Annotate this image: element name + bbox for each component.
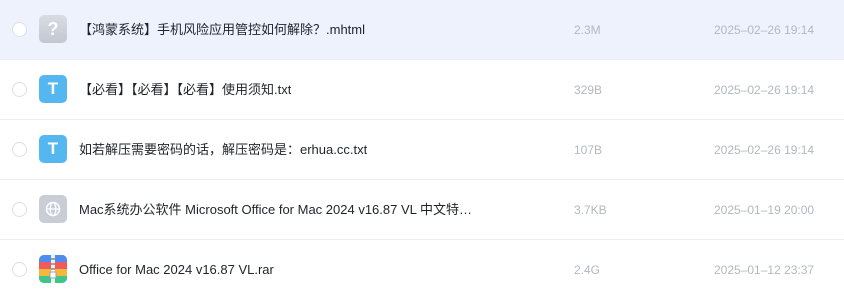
text-file-icon: T [39, 75, 67, 103]
row-checkbox[interactable] [12, 142, 27, 157]
file-name[interactable]: 【鸿蒙系统】手机风险应用管控如何解除？.mhtml [79, 0, 365, 60]
file-date: 2025–01–19 20:00 [714, 203, 815, 217]
file-size: 2.3M [574, 23, 601, 37]
file-date: 2025–02–26 19:14 [714, 83, 815, 97]
file-size: 329B [574, 83, 603, 97]
row-checkbox[interactable] [12, 22, 27, 37]
file-date: 2025–02–26 19:14 [714, 23, 815, 37]
file-row[interactable]: T 如若解压需要密码的话，解压密码是：erhua.cc.txt 107B 202… [0, 120, 844, 180]
file-name[interactable]: Mac系统办公软件 Microsoft Office for Mac 2024 … [79, 180, 472, 240]
file-row[interactable]: ? 【鸿蒙系统】手机风险应用管控如何解除？.mhtml 2.3M 2025–02… [0, 0, 844, 60]
row-checkbox[interactable] [12, 262, 27, 277]
file-row[interactable]: Office for Mac 2024 v16.87 VL.rar 2.4G 2… [0, 240, 844, 300]
file-date: 2025–01–12 23:37 [714, 263, 815, 277]
unknown-file-icon: ? [39, 15, 67, 43]
file-name[interactable]: 如若解压需要密码的话，解压密码是：erhua.cc.txt [79, 120, 367, 180]
file-size: 2.4G [574, 263, 601, 277]
file-list: ? 【鸿蒙系统】手机风险应用管控如何解除？.mhtml 2.3M 2025–02… [0, 0, 844, 300]
file-size: 107B [574, 143, 603, 157]
text-file-icon: T [39, 135, 67, 163]
archive-file-icon [39, 255, 67, 283]
file-date: 2025–02–26 19:14 [714, 143, 815, 157]
row-checkbox[interactable] [12, 82, 27, 97]
file-row[interactable]: T 【必看】【必看】【必看】使用须知.txt 329B 2025–02–26 1… [0, 60, 844, 120]
row-checkbox[interactable] [12, 202, 27, 217]
file-name[interactable]: 【必看】【必看】【必看】使用须知.txt [79, 60, 291, 120]
file-row[interactable]: Mac系统办公软件 Microsoft Office for Mac 2024 … [0, 180, 844, 240]
globe-icon [45, 201, 61, 217]
web-file-icon [39, 195, 67, 223]
file-size: 3.7KB [574, 203, 607, 217]
file-name[interactable]: Office for Mac 2024 v16.87 VL.rar [79, 240, 274, 300]
zip-archive-icon [39, 255, 67, 283]
